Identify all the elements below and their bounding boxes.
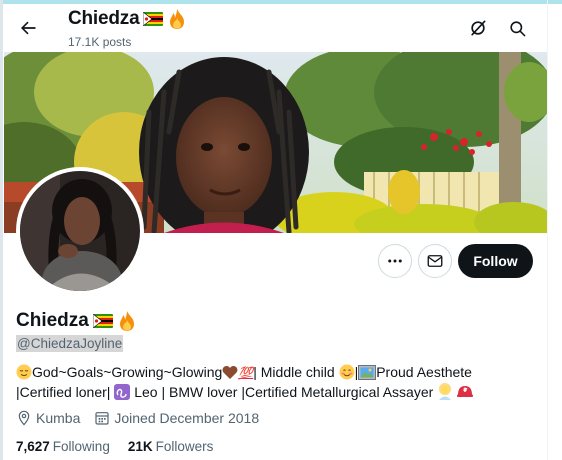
arrow-left-icon [21,21,36,35]
calendar-icon [95,412,109,425]
avatar[interactable] [16,167,144,295]
zimbabwe-flag-icon [92,314,113,328]
followers-label: Followers [155,439,214,454]
profile-handle: @ChiedzaJoyline [16,335,124,352]
more-button[interactable] [378,244,412,278]
joined-item: Joined December 2018 [94,410,259,426]
smiling-face-icon [339,364,355,380]
followers-count: 21K [127,439,153,454]
fire-icon [170,9,185,29]
following-count: 7,627 [16,439,50,454]
more-icon [388,259,402,263]
profile-meta: Kumba Joined December 2018 [16,410,259,426]
profile-name-row: Chiedza [16,310,137,332]
grok-button[interactable] [462,12,494,44]
search-icon [509,20,525,36]
profile-stats: 7,627 Following 21K Followers [16,439,213,454]
frame-right-edge [547,0,548,460]
bio-part-5: Leo | BMW lover |Certified Metallurgical… [134,384,434,400]
back-button[interactable] [12,12,44,44]
post-count: 17.1K posts [68,35,132,49]
grok-icon [471,20,486,36]
profile-name: Chiedza [16,310,89,331]
zimbabwe-flag-icon [143,12,164,26]
location-text: Kumba [36,410,81,426]
woman-icon [439,383,452,400]
leo-sign-icon [114,384,131,400]
brown-heart-icon [222,366,238,379]
hundred-points-icon: 💯 [238,366,254,380]
message-button[interactable] [418,244,452,278]
bio-part-2: | Middle child [253,364,335,380]
avatar-image [20,171,140,291]
frame-left-edge [0,0,3,460]
joined-text: Joined December 2018 [114,410,260,426]
follow-button[interactable]: Follow [458,244,533,278]
bio-part-4: |Certified loner| [16,384,111,400]
search-button[interactable] [501,12,533,44]
fire-icon [119,311,134,331]
framed-picture-icon [358,365,377,380]
location-item: Kumba [16,410,80,426]
rescue-helmet-icon [457,386,474,397]
envelope-icon [427,255,443,267]
header-title: Chiedza [68,8,187,30]
header-name: Chiedza [68,8,140,29]
following-label: Following [52,439,110,454]
followers-link[interactable]: 21K Followers [128,439,214,454]
relieved-face-icon [16,364,32,380]
following-link[interactable]: 7,627 Following [16,439,110,454]
profile-bio: God~Goals~Growing~Glowing 💯| Middle child… [16,364,474,400]
bio-part-3: Proud Aesthete [376,364,472,380]
location-pin-icon [18,410,30,426]
profile-header: Chiedza 17.1K posts [4,4,547,52]
bio-part-1: God~Goals~Growing~Glowing [32,364,223,380]
